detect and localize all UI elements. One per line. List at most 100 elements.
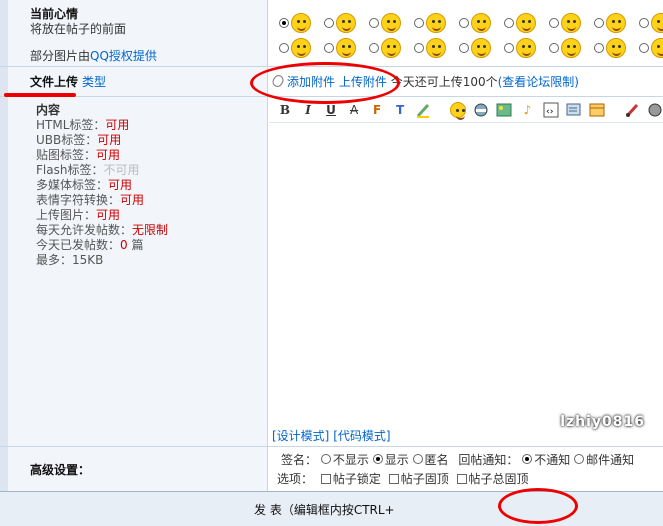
smiley-radio[interactable] [639, 42, 649, 53]
smiley-radio[interactable] [459, 17, 469, 28]
smiley-option[interactable] [414, 35, 459, 60]
signature-line: 签名： 不显示 显示 匿名 回帖通知： 不通知 邮件通知 [277, 451, 634, 470]
code-mode-link[interactable]: [代码模式] [333, 429, 390, 443]
link-icon[interactable] [473, 101, 489, 119]
smiley-option[interactable] [414, 10, 459, 35]
qq-credit-link[interactable]: QQ授权提供 [90, 49, 157, 63]
smiley-option[interactable] [279, 35, 324, 60]
reply-mail-radio[interactable] [574, 454, 585, 464]
permission-item: Flash标签：不可用 [36, 163, 168, 178]
smiley-option[interactable] [549, 10, 594, 35]
smiley-radio[interactable] [324, 17, 334, 28]
lock-label: 帖子锁定 [332, 472, 381, 486]
smiley-radio[interactable] [504, 42, 514, 53]
smiley-option[interactable] [594, 10, 639, 35]
sig-anon-radio[interactable] [412, 454, 423, 464]
sig-anon-label: 匿名 [424, 453, 449, 467]
smiley-grid [279, 10, 663, 60]
smiley-option[interactable] [504, 10, 549, 35]
permission-value: 15KB [72, 253, 104, 267]
smiley-row [279, 10, 663, 35]
highlight-icon[interactable] [415, 101, 431, 119]
smiley-radio[interactable] [279, 17, 289, 28]
music-icon[interactable]: ♪ [520, 101, 536, 119]
submit-button[interactable]: 发 表（编辑框内按CTRL+ [248, 498, 401, 520]
editor-textarea[interactable]: lzhiy0816 [设计模式] [代码模式] [269, 123, 663, 446]
sig-hide-radio[interactable] [320, 454, 331, 464]
smiley-radio[interactable] [414, 17, 424, 28]
smiley-face-icon [471, 12, 491, 33]
sig-show-radio[interactable] [372, 454, 383, 464]
smiley-option[interactable] [324, 10, 369, 35]
smiley-option[interactable] [639, 10, 663, 35]
options-line: 选项： 帖子锁定 帖子固顶 帖子总固顶 [277, 470, 634, 489]
smiley-radio[interactable] [414, 42, 424, 53]
smiley-option[interactable] [594, 35, 639, 60]
qq-credit-prefix: 部分图片由 [30, 49, 91, 63]
quote-icon[interactable] [566, 101, 582, 119]
smiley-option[interactable] [549, 35, 594, 60]
smiley-option[interactable] [369, 35, 414, 60]
code-icon[interactable]: ‹› [543, 101, 559, 119]
smiley-radio[interactable] [549, 17, 559, 28]
permission-value: 可用 [105, 118, 130, 132]
strike-icon[interactable]: A [346, 101, 362, 119]
design-mode-link[interactable]: [设计模式] [272, 429, 329, 443]
smiley-face-icon [651, 12, 663, 33]
upload-type-link[interactable]: 类型 [82, 75, 106, 89]
smiley-radio[interactable] [279, 42, 289, 53]
font-color-icon[interactable]: F [369, 101, 385, 119]
reply-mail-label: 邮件通知 [586, 453, 635, 467]
smiley-radio[interactable] [504, 17, 514, 28]
permission-item: 每天允许发帖数：无限制 [36, 223, 168, 238]
permission-item: 表情字符转换：可用 [36, 193, 168, 208]
reply-off-label: 不通知 [534, 453, 571, 467]
permission-item: 今天已发帖数：0 篇 [36, 238, 168, 253]
alltop-checkbox[interactable] [456, 474, 467, 484]
smiley-option[interactable] [504, 35, 549, 60]
reply-off-radio[interactable] [522, 454, 533, 464]
more-tools-icon[interactable] [647, 101, 663, 119]
upload-title: 文件上传 类型 [30, 73, 106, 90]
advanced-row: 高级设置： 签名： 不显示 显示 匿名 回帖通知： 不通知 邮件通知 选项： 帖… [0, 447, 663, 492]
emoticon-icon[interactable] [450, 101, 467, 120]
svg-text:‹›: ‹› [546, 107, 554, 117]
annotation-circle-upload [250, 62, 400, 104]
smiley-radio[interactable] [549, 42, 559, 53]
smiley-face-icon [471, 37, 491, 58]
smiley-radio[interactable] [594, 17, 604, 28]
smiley-option[interactable] [459, 10, 504, 35]
smiley-option[interactable] [459, 35, 504, 60]
smiley-face-icon [516, 37, 536, 58]
smiley-option[interactable] [639, 35, 663, 60]
permission-label: 今天已发帖数： [36, 238, 121, 252]
mood-label-cell: 当前心情 将放在帖子的前面 部分图片由QQ授权提供 [0, 0, 268, 66]
permission-label: 表情字符转换： [36, 193, 121, 207]
smiley-radio[interactable] [324, 42, 334, 53]
smiley-face-icon [606, 37, 626, 58]
smiley-option[interactable] [279, 10, 324, 35]
smiley-face-icon [606, 12, 626, 33]
smiley-radio[interactable] [594, 42, 604, 53]
permission-value: 无限制 [132, 223, 169, 237]
smiley-radio[interactable] [369, 42, 379, 53]
annotation-underline [4, 93, 76, 97]
image-icon[interactable] [496, 101, 512, 119]
top-checkbox[interactable] [388, 474, 399, 484]
lock-checkbox[interactable] [320, 474, 331, 484]
forum-limit-link[interactable]: (查看论坛限制) [498, 75, 579, 89]
font-size-icon[interactable]: T [392, 101, 408, 119]
permission-label: HTML标签： [36, 118, 106, 132]
smiley-option[interactable] [324, 35, 369, 60]
smiley-radio[interactable] [369, 17, 379, 28]
smiley-option[interactable] [369, 10, 414, 35]
editor-area: B I U A F T ♪ ‹› lzhiy0816 [设计模式] [代码模式] [269, 97, 663, 446]
table-icon[interactable] [589, 101, 605, 119]
bold-button[interactable]: B [277, 101, 293, 119]
smiley-radio[interactable] [459, 42, 469, 53]
smiley-face-icon [381, 12, 401, 33]
sig-hide-label: 不显示 [332, 453, 369, 467]
clean-format-icon[interactable] [624, 101, 640, 119]
permission-label: 多媒体标签： [36, 178, 109, 192]
smiley-radio[interactable] [639, 17, 649, 28]
